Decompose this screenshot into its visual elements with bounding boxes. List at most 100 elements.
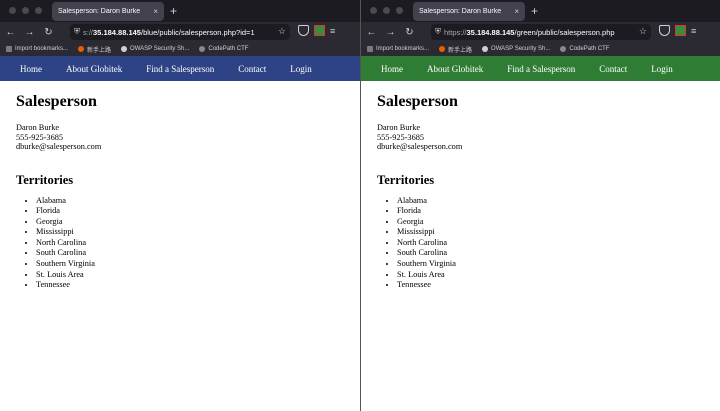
list-item: South Carolina xyxy=(36,248,344,259)
site-nav: Home About Globitek Find a Salesperson C… xyxy=(361,56,720,81)
extension-icon[interactable] xyxy=(314,25,325,36)
salesperson-info: Daron Burke 555-925-3685 dburke@salesper… xyxy=(16,123,344,152)
list-item: St. Louis Area xyxy=(397,270,704,281)
url-bar[interactable]: ⛨ https://35.184.88.145/green/public/sal… xyxy=(431,24,651,40)
codepath-icon xyxy=(199,46,206,52)
nav-about[interactable]: About Globitek xyxy=(427,64,483,74)
url-path: /blue/public/salesperson.php?id=1 xyxy=(140,27,255,37)
back-icon[interactable]: ← xyxy=(2,27,19,38)
bookmark-star-icon[interactable]: ☆ xyxy=(636,26,647,37)
new-tab-icon[interactable]: + xyxy=(531,3,538,19)
import-icon xyxy=(367,46,373,52)
reload-icon[interactable]: ↻ xyxy=(40,27,57,38)
firefox-icon xyxy=(78,46,85,52)
owasp-icon xyxy=(482,46,489,52)
url-scheme: s:// xyxy=(83,27,94,37)
bookmark-getting-started[interactable]: 新手上路 xyxy=(78,45,111,54)
bookmark-label: Import bookmarks... xyxy=(15,46,69,52)
list-item: North Carolina xyxy=(36,238,344,249)
territories-heading: Territories xyxy=(377,172,435,187)
list-item: Mississippi xyxy=(36,227,344,238)
owasp-icon xyxy=(121,46,128,52)
page-title: Salesperson xyxy=(16,93,97,110)
maximize-window-button[interactable] xyxy=(396,7,403,14)
tab-title: Salesperson: Daron Burke xyxy=(419,8,502,15)
lock-icon[interactable]: ⛨ xyxy=(74,27,80,37)
bookmark-label: OWASP Security Sh... xyxy=(491,46,551,52)
lock-icon[interactable]: ⛨ xyxy=(435,27,441,37)
nav-toolbar: ← → ↻ ⛨ s://35.184.88.145/blue/public/sa… xyxy=(0,22,360,42)
maximize-window-button[interactable] xyxy=(35,7,42,14)
bookmark-star-icon[interactable]: ☆ xyxy=(275,26,286,37)
bookmark-owasp[interactable]: OWASP Security Sh... xyxy=(482,46,550,52)
close-window-button[interactable] xyxy=(370,7,377,14)
page-content: Salesperson Daron Burke 555-925-3685 dbu… xyxy=(361,81,720,303)
pocket-shield-icon[interactable] xyxy=(298,25,309,36)
nav-contact[interactable]: Contact xyxy=(238,64,266,74)
forward-icon[interactable]: → xyxy=(21,27,38,38)
forward-icon[interactable]: → xyxy=(382,27,399,38)
url-path: /green/public/salesperson.php xyxy=(514,27,615,37)
nav-contact[interactable]: Contact xyxy=(599,64,627,74)
tab-title: Salesperson: Daron Burke xyxy=(58,8,141,15)
bookmark-label: CodePath CTF xyxy=(208,46,249,52)
nav-toolbar: ← → ↻ ⛨ https://35.184.88.145/green/publ… xyxy=(361,22,720,42)
extension-icon[interactable] xyxy=(675,25,686,36)
territories-list: Alabama Florida Georgia Mississippi Nort… xyxy=(16,196,344,291)
list-item: Southern Virginia xyxy=(397,259,704,270)
bookmark-getting-started[interactable]: 新手上路 xyxy=(439,45,472,54)
tab-salesperson[interactable]: Salesperson: Daron Burke × xyxy=(52,2,164,21)
pocket-shield-icon[interactable] xyxy=(659,25,670,36)
reload-icon[interactable]: ↻ xyxy=(401,27,418,38)
bookmark-codepath[interactable]: CodePath CTF xyxy=(199,46,248,52)
list-item: Florida xyxy=(397,206,704,217)
window-controls xyxy=(9,7,42,14)
codepath-icon xyxy=(560,46,567,52)
tab-bar: Salesperson: Daron Burke × + xyxy=(361,0,720,22)
list-item: Mississippi xyxy=(397,227,704,238)
menu-icon[interactable]: ≡ xyxy=(330,26,335,36)
close-tab-icon[interactable]: × xyxy=(514,7,519,16)
back-icon[interactable]: ← xyxy=(363,27,380,38)
browser-window-left: Salesperson: Daron Burke × + ← → ↻ ⛨ s:/… xyxy=(0,0,360,411)
minimize-window-button[interactable] xyxy=(22,7,29,14)
nav-login[interactable]: Login xyxy=(651,64,673,74)
bookmark-codepath[interactable]: CodePath CTF xyxy=(560,46,609,52)
new-tab-icon[interactable]: + xyxy=(170,3,177,19)
page-content: Salesperson Daron Burke 555-925-3685 dbu… xyxy=(0,81,360,303)
salesperson-phone: 555-925-3685 xyxy=(377,132,425,142)
menu-icon[interactable]: ≡ xyxy=(691,26,696,36)
close-window-button[interactable] xyxy=(9,7,16,14)
salesperson-email: dburke@salesperson.com xyxy=(377,142,463,151)
url-host: 35.184.88.145 xyxy=(93,27,141,37)
list-item: Alabama xyxy=(397,196,704,207)
nav-home[interactable]: Home xyxy=(20,64,42,74)
url-scheme: https:// xyxy=(444,27,467,37)
salesperson-phone: 555-925-3685 xyxy=(16,132,64,142)
nav-find-salesperson[interactable]: Find a Salesperson xyxy=(507,64,575,74)
list-item: Florida xyxy=(36,206,344,217)
list-item: Georgia xyxy=(397,217,704,228)
list-item: Tennessee xyxy=(36,280,344,291)
minimize-window-button[interactable] xyxy=(383,7,390,14)
tab-salesperson[interactable]: Salesperson: Daron Burke × xyxy=(413,2,525,21)
browser-window-right: Salesperson: Daron Burke × + ← → ↻ ⛨ htt… xyxy=(360,0,720,411)
salesperson-name: Daron Burke xyxy=(16,123,60,132)
url-bar[interactable]: ⛨ s://35.184.88.145/blue/public/salesper… xyxy=(70,24,290,40)
page-title: Salesperson xyxy=(377,93,458,110)
bookmark-label: Import bookmarks... xyxy=(376,46,430,52)
close-tab-icon[interactable]: × xyxy=(153,7,158,16)
bookmark-label: 新手上路 xyxy=(87,47,112,54)
site-nav: Home About Globitek Find a Salesperson C… xyxy=(0,56,360,81)
bookmark-import[interactable]: Import bookmarks... xyxy=(6,46,68,52)
nav-about[interactable]: About Globitek xyxy=(66,64,122,74)
bookmark-import[interactable]: Import bookmarks... xyxy=(367,46,429,52)
salesperson-email: dburke@salesperson.com xyxy=(16,142,102,151)
bookmark-owasp[interactable]: OWASP Security Sh... xyxy=(121,46,189,52)
list-item: Alabama xyxy=(36,196,344,207)
nav-find-salesperson[interactable]: Find a Salesperson xyxy=(146,64,214,74)
bookmark-label: 新手上路 xyxy=(448,47,473,54)
nav-home[interactable]: Home xyxy=(381,64,403,74)
nav-login[interactable]: Login xyxy=(290,64,312,74)
list-item: Georgia xyxy=(36,217,344,228)
